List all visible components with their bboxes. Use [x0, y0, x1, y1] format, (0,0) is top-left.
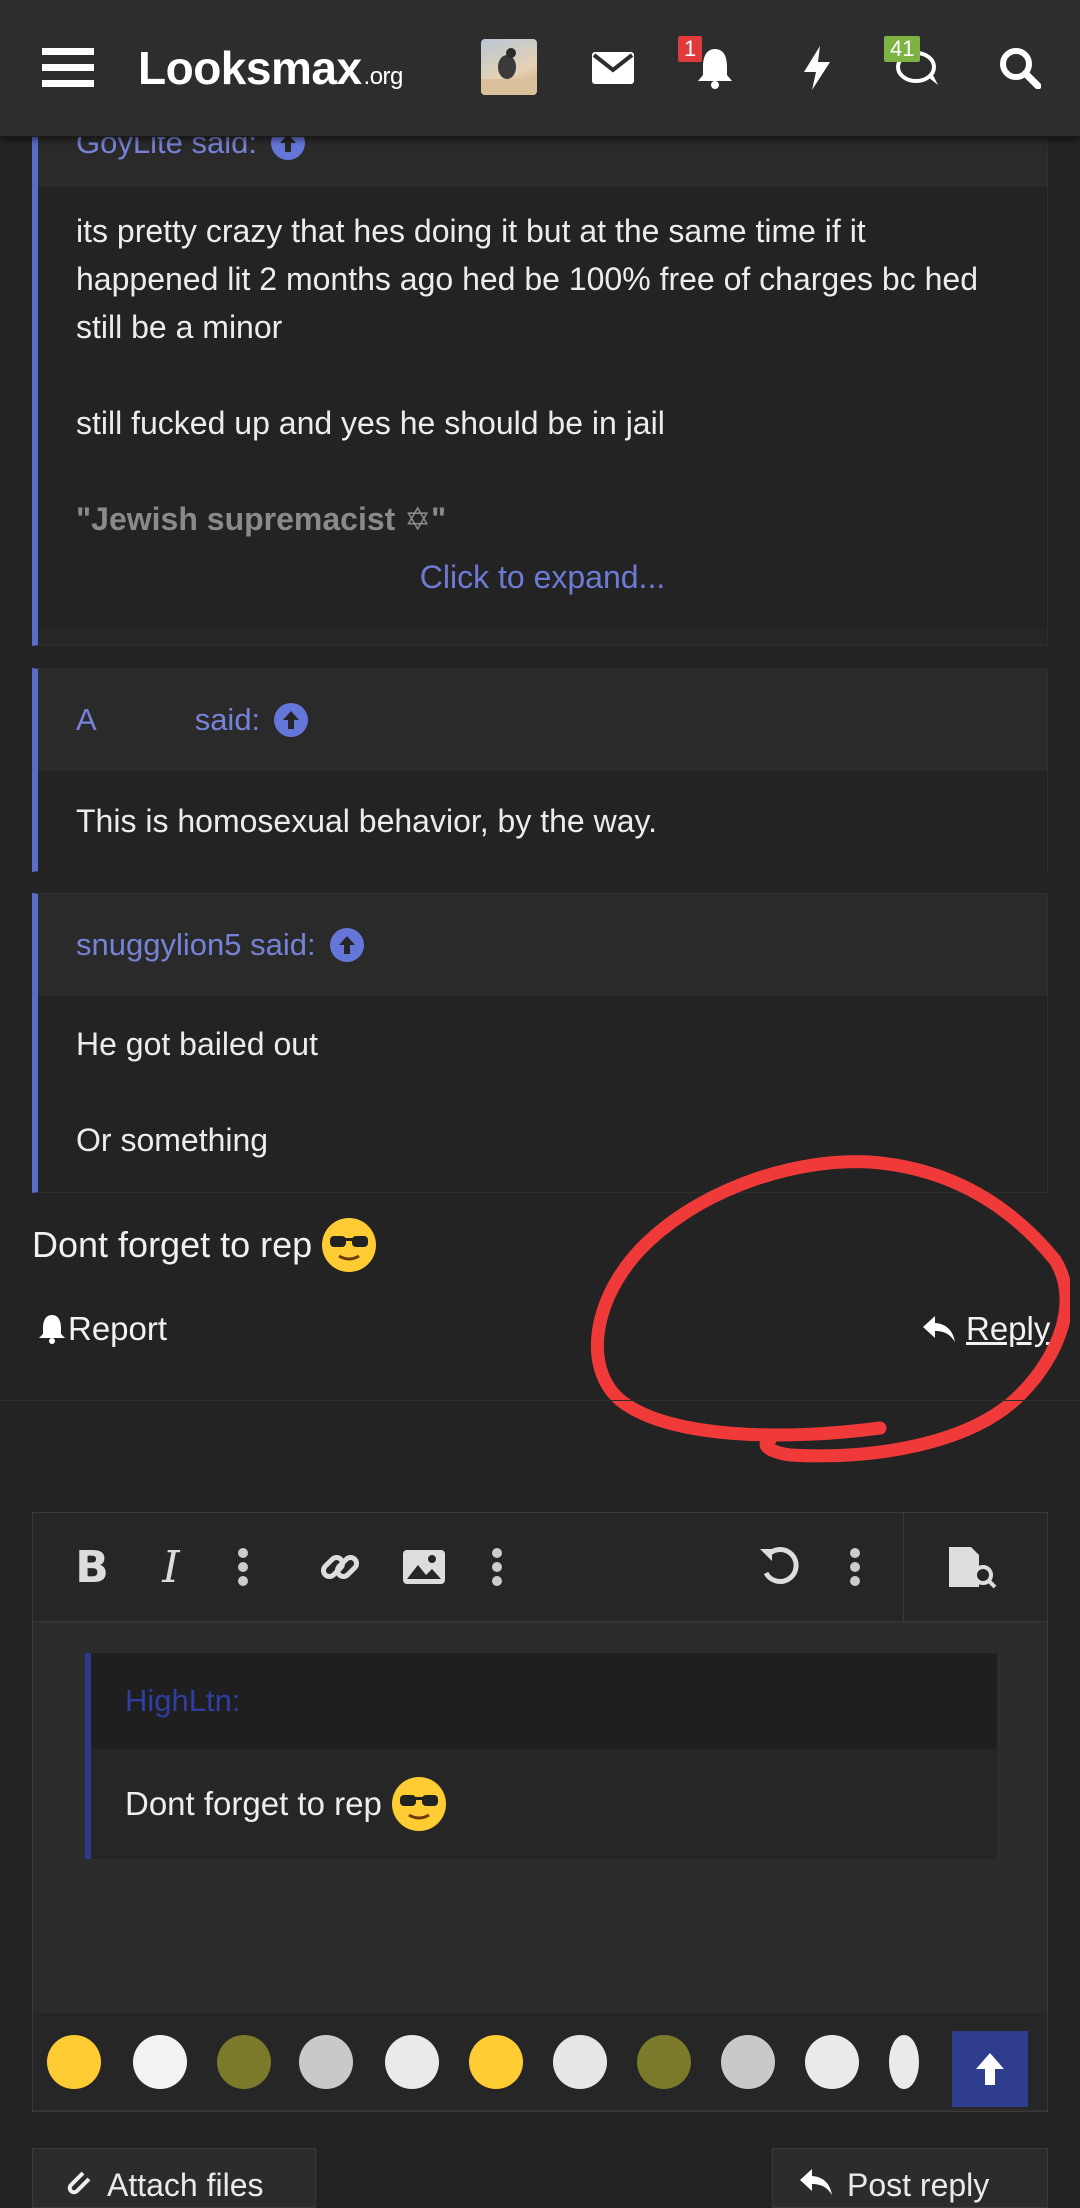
menu-icon[interactable] — [40, 38, 96, 98]
crying-wojak-icon-2[interactable] — [721, 2035, 775, 2089]
search-icon[interactable] — [995, 38, 1045, 98]
wojak-sad-icon[interactable] — [553, 2035, 607, 2089]
logo-text: Looksmax — [138, 42, 362, 94]
quote-paragraph: its pretty crazy that hes doing it but a… — [76, 213, 978, 345]
lightning-icon[interactable] — [795, 38, 839, 98]
arrow-up-icon — [976, 2053, 1004, 2085]
reply-editor: B I HighLtn: Dont forget to rep — [32, 1512, 1048, 2112]
more-options-icon[interactable] — [845, 1537, 865, 1597]
more-text-options-icon[interactable] — [233, 1537, 253, 1597]
quote-author[interactable]: snuggylion5 said: — [76, 927, 316, 963]
crying-wojak-icon[interactable] — [299, 2035, 353, 2089]
image-icon[interactable] — [399, 1537, 449, 1597]
quote-block-goylite: GoyLite said: its pretty crazy that hes … — [32, 99, 1048, 646]
tearful-emoji-icon[interactable] — [469, 2035, 523, 2089]
jump-to-quote-icon[interactable] — [274, 703, 309, 737]
notifications-badge: 1 — [678, 36, 703, 62]
scroll-to-top-button[interactable] — [952, 2031, 1028, 2107]
editor-quote-author: HighLtn: — [91, 1653, 997, 1749]
post-reply-label: Post reply — [847, 2167, 990, 2203]
report-link[interactable]: Report — [38, 1310, 167, 1348]
sunglasses-emoji-icon — [391, 1777, 446, 1831]
link-icon[interactable] — [315, 1537, 365, 1597]
quote-header[interactable]: A said: — [38, 669, 1047, 771]
editor-quote-text: Dont forget to rep — [125, 1785, 382, 1822]
paperclip-icon — [63, 2167, 93, 2205]
wojak-icon[interactable] — [805, 2035, 859, 2089]
quote-author-initial[interactable]: A — [76, 702, 97, 738]
more-insert-options-icon[interactable] — [487, 1537, 507, 1597]
user-avatar[interactable] — [481, 39, 537, 95]
report-label: Report — [68, 1310, 168, 1347]
red-annotation-circle — [590, 1155, 1070, 1463]
post-text: Dont forget to rep — [32, 1224, 313, 1265]
site-logo[interactable]: Looksmax .org — [138, 38, 403, 98]
toolbar-separator — [903, 1513, 904, 1621]
shrek-icon[interactable] — [217, 2035, 271, 2089]
top-navbar: Looksmax .org 1 41 — [0, 0, 1080, 137]
attach-files-button[interactable]: Attach files — [32, 2148, 316, 2208]
quote-block-a: A said: This is homosexual behavior, by … — [32, 668, 1048, 873]
conversations-badge: 41 — [884, 36, 921, 62]
quote-paragraph: This is homosexual behavior, by the way. — [76, 803, 658, 839]
smilie-bar — [33, 2013, 1047, 2109]
quote-block-snuggylion5: snuggylion5 said: He got bailed out Or s… — [32, 893, 1048, 1193]
quote-body: This is homosexual behavior, by the way. — [38, 771, 1047, 873]
italic-icon[interactable]: I — [151, 1537, 191, 1597]
crying-laughing-emoji-icon[interactable] — [47, 2035, 101, 2089]
editor-quote-body: Dont forget to rep — [91, 1749, 997, 1859]
preview-icon[interactable] — [943, 1537, 1003, 1597]
reply-icon — [799, 2167, 833, 2205]
quote-header[interactable]: snuggylion5 said: — [38, 894, 1047, 996]
report-bell-icon — [39, 1315, 65, 1344]
quote-said-label: said: — [194, 702, 261, 737]
undo-icon[interactable] — [755, 1537, 805, 1597]
sunglasses-emoji-icon — [322, 1218, 377, 1272]
post-divider — [0, 1400, 1080, 1401]
quote-paragraph: still fucked up and yes he should be in … — [76, 405, 665, 441]
editor-toolbar: B I — [33, 1513, 1047, 1622]
attach-files-label: Attach files — [107, 2167, 264, 2203]
post-message: Dont forget to rep — [32, 1218, 377, 1272]
jump-to-quote-icon[interactable] — [329, 928, 364, 962]
click-to-expand-link[interactable]: Click to expand... — [76, 553, 1009, 601]
quote-body: its pretty crazy that hes doing it but a… — [38, 187, 1047, 629]
logo-suffix: .org — [363, 63, 404, 90]
post-reply-button[interactable]: Post reply — [772, 2148, 1048, 2208]
editor-quote-block[interactable]: HighLtn: Dont forget to rep — [85, 1653, 997, 1859]
shrek-icon-2[interactable] — [637, 2035, 691, 2089]
wojak-smile-icon[interactable] — [385, 2035, 439, 2089]
inbox-icon[interactable] — [588, 38, 638, 98]
quote-paragraph: He got bailed out — [76, 1026, 318, 1062]
wojak-glasses-icon[interactable] — [133, 2035, 187, 2089]
bold-icon[interactable]: B — [67, 1537, 117, 1597]
quote-signature: "Jewish supremacist ✡" — [76, 501, 447, 537]
wojak-partial-icon[interactable] — [889, 2035, 919, 2089]
